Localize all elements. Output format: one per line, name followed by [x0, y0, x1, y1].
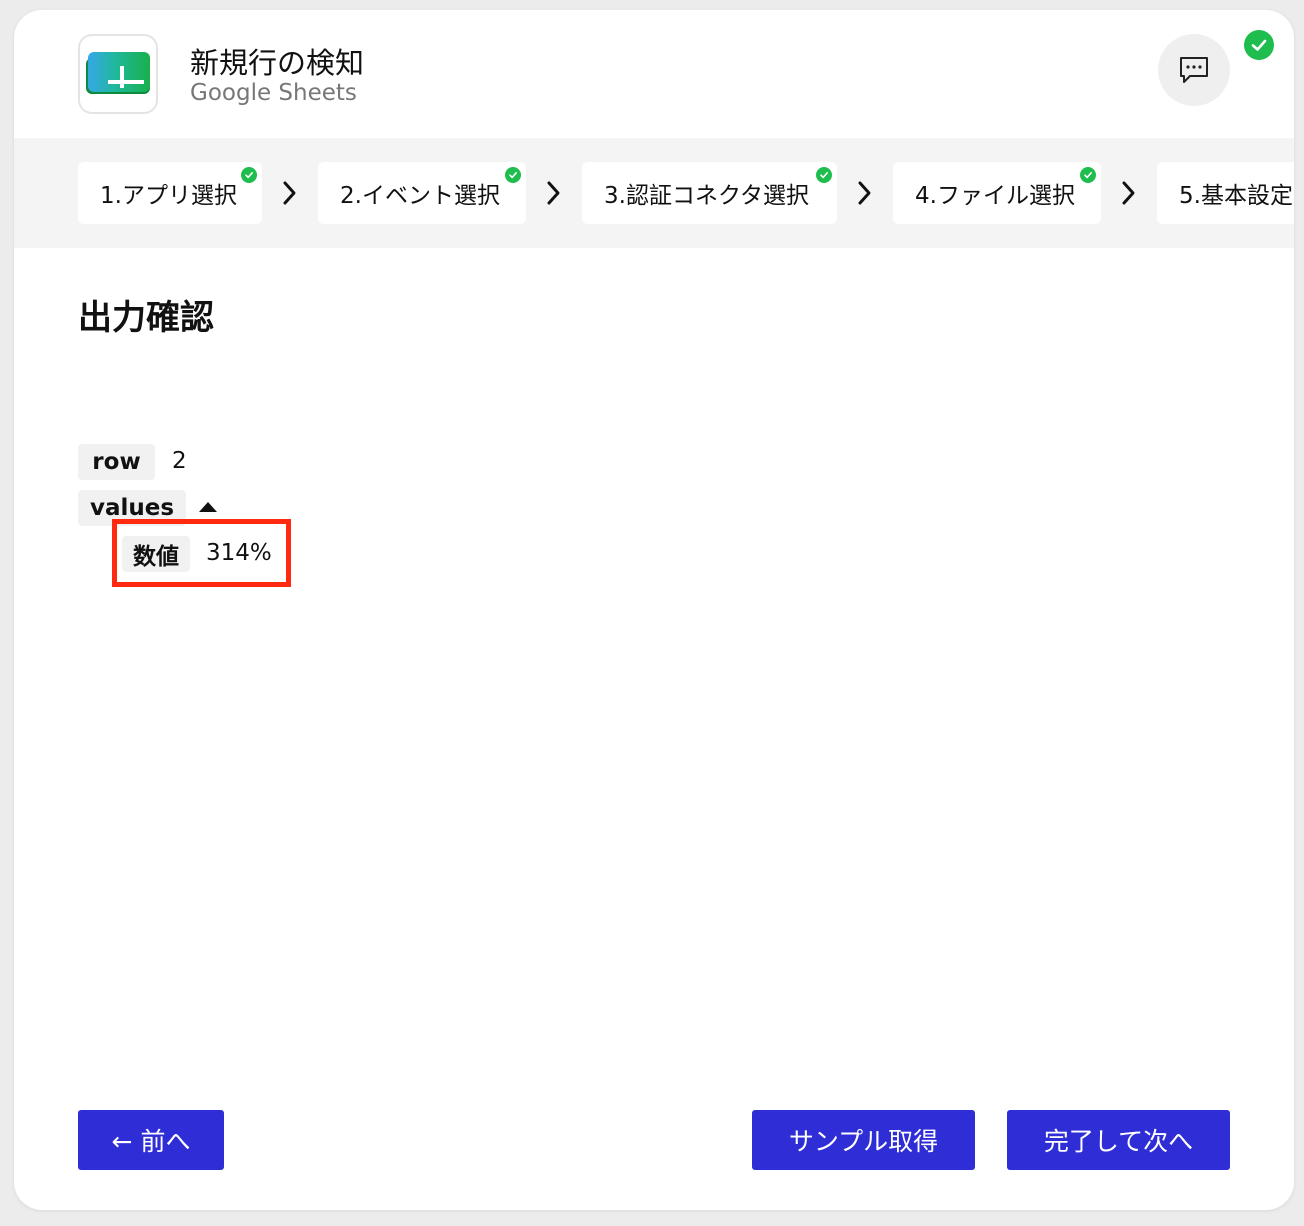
- step-label: 3.認証コネクタ選択: [604, 183, 810, 209]
- highlight-box: [112, 519, 291, 587]
- step-basic-settings[interactable]: 5.基本設定: [1157, 162, 1294, 224]
- connector-subtitle: Google Sheets: [190, 80, 357, 106]
- google-sheets-icon: [78, 34, 158, 114]
- step-event-select[interactable]: 2.イベント選択: [318, 162, 526, 224]
- row-value: 2: [172, 448, 187, 474]
- step-label: 1.アプリ選択: [100, 183, 237, 209]
- step-label: 5.基本設定: [1179, 183, 1293, 209]
- step-label: 4.ファイル選択: [915, 183, 1075, 209]
- chevron-right-icon: [1122, 181, 1135, 205]
- step-file-select[interactable]: 4.ファイル選択: [893, 162, 1101, 224]
- step-label: 2.イベント選択: [340, 183, 500, 209]
- steps-bar: 1.アプリ選択 2.イベント選択 3.認証コネクタ選択 4.ファイル選択 5.基…: [14, 138, 1294, 248]
- chat-button[interactable]: [1158, 34, 1230, 106]
- chevron-right-icon: [547, 181, 560, 205]
- step-done-icon: [816, 167, 832, 183]
- sample-fetch-button[interactable]: サンプル取得: [752, 1110, 975, 1170]
- step-done-icon: [241, 167, 257, 183]
- prev-button[interactable]: ← 前へ: [78, 1110, 224, 1170]
- step-done-icon: [1080, 167, 1096, 183]
- output-check-title: 出力確認: [78, 298, 214, 338]
- chevron-right-icon: [858, 181, 871, 205]
- step-done-icon: [505, 167, 521, 183]
- row-key: row: [78, 444, 155, 480]
- complete-next-button[interactable]: 完了して次へ: [1007, 1110, 1230, 1170]
- connector-title: 新規行の検知: [190, 46, 365, 80]
- chevron-right-icon: [283, 181, 296, 205]
- triangle-up-icon[interactable]: [198, 500, 218, 514]
- header: 新規行の検知 Google Sheets: [14, 10, 1294, 138]
- step-app-select[interactable]: 1.アプリ選択: [78, 162, 262, 224]
- step-auth-connector-select[interactable]: 3.認証コネクタ選択: [582, 162, 837, 224]
- check-circle-icon: [1244, 30, 1274, 60]
- chat-bubble-icon: [1180, 57, 1208, 83]
- connector-card: 新規行の検知 Google Sheets 1.アプリ選択 2.イベント選択 3.…: [14, 10, 1294, 1210]
